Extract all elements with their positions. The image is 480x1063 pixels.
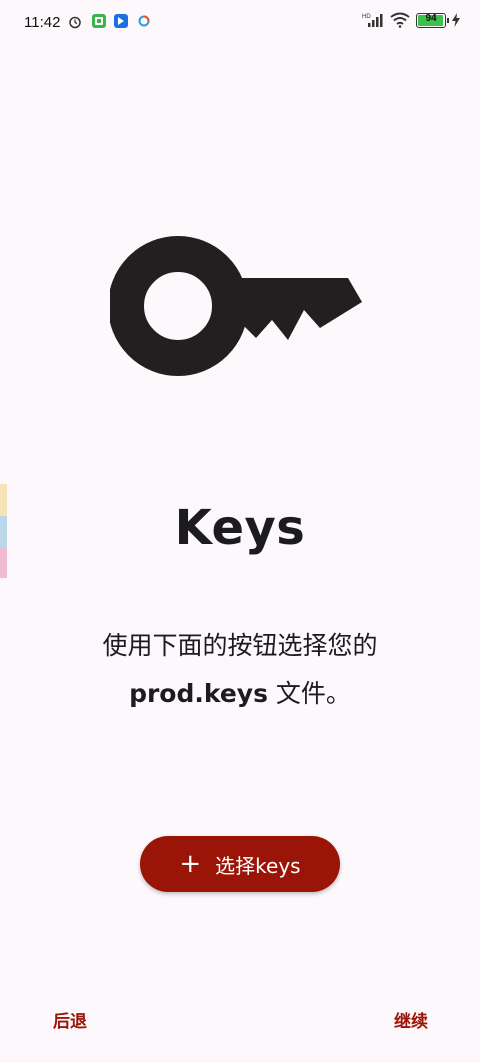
page-title: Keys: [174, 500, 306, 556]
select-keys-button[interactable]: + 选择keys: [140, 836, 340, 892]
plus-icon: +: [179, 849, 202, 879]
signal-icon: HD: [362, 14, 383, 27]
status-right: HD 94: [362, 12, 460, 28]
status-bar: 11:42 HD 94: [0, 0, 480, 44]
description-line-2: prod.keys 文件。: [40, 670, 440, 718]
wifi-icon: [390, 12, 410, 28]
key-icon: [110, 236, 362, 376]
select-keys-label: 选择keys: [215, 853, 301, 878]
status-time: 11:42: [24, 14, 61, 31]
charging-icon: [452, 13, 460, 27]
battery-icon: 94: [416, 12, 449, 28]
battery-level: 94: [425, 12, 437, 24]
network-label: HD: [362, 14, 371, 20]
app-notification-icon-2: [114, 14, 128, 28]
filename: prod.keys: [129, 679, 268, 708]
sync-icon: [138, 15, 150, 27]
back-button[interactable]: 后退: [53, 1007, 87, 1032]
description-line-1: 使用下面的按钮选择您的: [102, 631, 378, 660]
description: 使用下面的按钮选择您的 prod.keys 文件。: [40, 622, 440, 718]
continue-button[interactable]: 继续: [394, 1007, 428, 1032]
alarm-icon: [69, 16, 81, 29]
description-suffix: 文件。: [267, 679, 351, 708]
app-notification-icon: [92, 14, 106, 28]
